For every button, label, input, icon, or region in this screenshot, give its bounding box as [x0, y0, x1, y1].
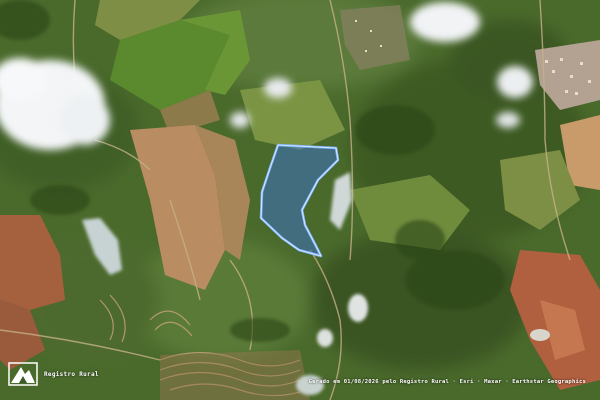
brand-label: Registro Rural — [44, 370, 99, 378]
satellite-imagery — [0, 0, 600, 400]
satellite-map[interactable]: Registro Rural Gerado em 01/08/2026 pelo… — [0, 0, 600, 400]
map-attribution: Gerado em 01/08/2026 pelo Registro Rural… — [308, 379, 586, 385]
registro-rural-logo-icon — [8, 362, 38, 386]
registro-rural-watermark: Registro Rural — [8, 362, 99, 386]
